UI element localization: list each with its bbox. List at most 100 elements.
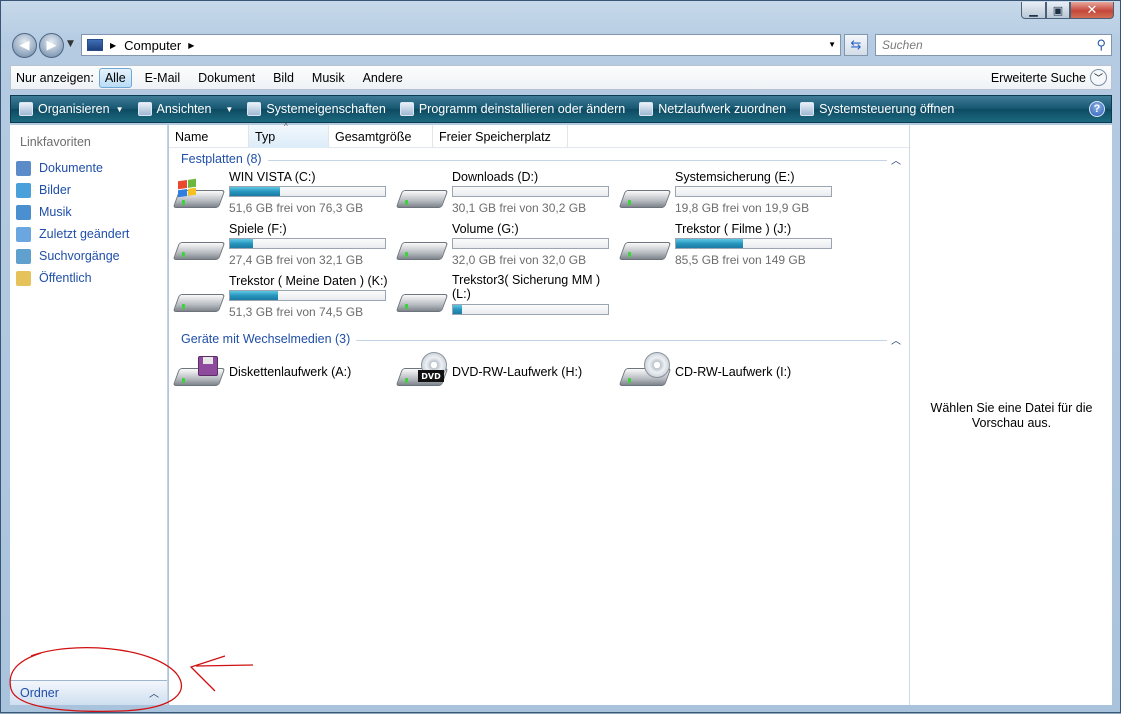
explorer-window: ▁ ▣ ✕ ◀ ▶ ▼ ▶ Computer ▶ ▼ ⇆ Suchen ⚲ Nu… [0, 0, 1121, 713]
hard-drive-icon [395, 282, 449, 316]
folders-toggle[interactable]: Ordner ︿ [10, 680, 167, 705]
sidebar-item[interactable]: Musik [10, 201, 167, 223]
drive-item[interactable]: WIN VISTA (C:) 51,6 GB frei von 76,3 GB [169, 170, 386, 220]
drive-light [405, 252, 408, 257]
open-control-panel-label: Systemsteuerung öffnen [819, 102, 955, 116]
filter-document[interactable]: Dokument [193, 69, 260, 87]
search-icon[interactable]: ⚲ [1096, 37, 1106, 53]
drive-free-space: 85,5 GB frei von 149 GB [675, 253, 806, 267]
drive-item[interactable]: Systemsicherung (E:) 19,8 GB frei von 19,… [615, 170, 832, 220]
sidebar-item[interactable]: Öffentlich [10, 267, 167, 289]
breadcrumb-chevron-icon[interactable]: ▶ [188, 41, 194, 50]
uninstall-program-button[interactable]: Programm deinstallieren oder ändern [399, 102, 625, 116]
map-network-drive-button[interactable]: Netzlaufwerk zuordnen [639, 102, 786, 116]
hard-drive-icon [618, 178, 672, 212]
help-icon: ? [1093, 103, 1101, 115]
drive-body [618, 190, 672, 208]
system-properties-icon [247, 102, 262, 116]
drive-name: Spiele (F:) [229, 222, 287, 236]
drive-item[interactable]: Spiele (F:) 27,4 GB frei von 32,1 GB [169, 222, 386, 272]
views-button[interactable]: Ansichten ▼ [137, 102, 233, 116]
drive-body [395, 294, 449, 312]
drive-light [405, 378, 408, 383]
column-type[interactable]: Typ ^ [249, 122, 329, 148]
sidebar-item[interactable]: Bilder [10, 179, 167, 201]
filter-bar: Nur anzeigen: Alle E-Mail Dokument Bild … [10, 65, 1112, 90]
filter-other[interactable]: Andere [358, 69, 408, 87]
removable-drive-item[interactable]: DVD DVD-RW-Laufwerk (H:) [392, 348, 607, 398]
sidebar-item-label: Suchvorgänge [39, 249, 120, 263]
filter-music[interactable]: Musik [307, 69, 350, 87]
favorite-links-heading: Linkfavoriten [20, 135, 91, 149]
address-bar[interactable]: ▶ Computer ▶ ▼ [81, 34, 841, 56]
command-bar: Organisieren ▼ Ansichten ▼ Systemeigensc… [10, 95, 1112, 123]
removable-media-heading[interactable]: Geräte mit Wechselmedien (3) [181, 332, 357, 346]
forward-button[interactable]: ▶ [39, 33, 64, 58]
sidebar-item-label: Musik [39, 205, 72, 219]
drive-usage-bar [229, 290, 386, 301]
open-control-panel-button[interactable]: Systemsteuerung öffnen [800, 102, 954, 116]
drive-usage-fill [230, 187, 280, 196]
sidebar-item[interactable]: Dokumente [10, 157, 167, 179]
column-total-size[interactable]: Gesamtgröße [329, 125, 433, 148]
filter-email[interactable]: E-Mail [140, 69, 185, 87]
dropdown-arrow-icon: ▼ [115, 104, 124, 114]
organize-button[interactable]: Organisieren ▼ [19, 102, 124, 116]
drive-item[interactable]: Trekstor ( Filme ) (J:) 85,5 GB frei von … [615, 222, 832, 272]
music-icon [16, 204, 31, 220]
file-list: Name Typ ^ Gesamtgröße Freier Speicherpl… [169, 122, 909, 705]
recent-pages-dropdown[interactable]: ▼ [67, 39, 74, 49]
drive-light [628, 252, 631, 257]
sidebar-item[interactable]: Zuletzt geändert [10, 223, 167, 245]
drive-name: Volume (G:) [452, 222, 519, 236]
drive-body [172, 294, 226, 312]
drive-item[interactable]: Volume (G:) 32,0 GB frei von 32,0 GB [392, 222, 609, 272]
drive-light [182, 378, 185, 383]
system-properties-button[interactable]: Systemeigenschaften [247, 102, 386, 116]
recent-icon [16, 226, 31, 242]
advanced-search-label: Erweiterte Suche [990, 70, 1086, 85]
help-button[interactable]: ? [1089, 101, 1105, 117]
column-free-space[interactable]: Freier Speicherplatz [433, 125, 568, 148]
drive-light [405, 200, 408, 205]
address-dropdown-icon[interactable]: ▼ [828, 40, 836, 49]
refresh-button[interactable]: ⇆ [844, 34, 868, 56]
sidebar-item-label: Zuletzt geändert [39, 227, 130, 241]
hard-disks-heading[interactable]: Festplatten (8) [181, 152, 268, 166]
dvd-drive-icon: DVD [395, 352, 449, 390]
advanced-search-button[interactable]: Erweiterte Suche ﹀ [991, 69, 1107, 86]
sidebar-item[interactable]: Suchvorgänge [10, 245, 167, 267]
hard-drive-icon [172, 230, 226, 264]
hard-drive-icon [395, 178, 449, 212]
group-divider [181, 160, 895, 161]
organize-label: Organisieren [38, 102, 110, 116]
breadcrumb-computer[interactable]: Computer [124, 38, 181, 53]
sidebar-item-label: Dokumente [39, 161, 103, 175]
breadcrumb-chevron-icon[interactable]: ▶ [110, 41, 116, 50]
filter-image[interactable]: Bild [268, 69, 299, 87]
minimize-button[interactable]: ▁ [1021, 2, 1046, 19]
drive-item[interactable]: Trekstor ( Meine Daten ) (K:) 51,3 GB fre… [169, 274, 388, 324]
drive-light [628, 200, 631, 205]
maximize-button[interactable]: ▣ [1046, 2, 1070, 19]
organize-icon [19, 102, 33, 116]
filter-all[interactable]: Alle [98, 67, 132, 88]
drive-name: CD-RW-Laufwerk (I:) [675, 365, 792, 379]
column-name[interactable]: Name [169, 125, 249, 148]
drive-body [395, 242, 449, 260]
collapse-group-icon[interactable]: ︿ [887, 152, 901, 167]
drive-item[interactable]: Downloads (D:) 30,1 GB frei von 30,2 GB [392, 170, 609, 220]
optical-disc-icon [644, 352, 670, 378]
close-button[interactable]: ✕ [1070, 2, 1114, 19]
drive-body [172, 242, 226, 260]
removable-drive-item[interactable]: Diskettenlaufwerk (A:) [169, 348, 384, 398]
back-button[interactable]: ◀ [12, 33, 37, 58]
removable-drive-item[interactable]: CD-RW-Laufwerk (I:) [615, 348, 830, 398]
collapse-group-icon[interactable]: ︿ [887, 332, 901, 347]
drive-name: Downloads (D:) [452, 170, 539, 184]
search-input[interactable]: Suchen ⚲ [875, 34, 1112, 56]
drive-item[interactable]: Trekstor3( Sicherung MM ) (L:) [392, 273, 609, 324]
drive-usage-fill [453, 305, 463, 314]
drive-light [182, 252, 185, 257]
drive-usage-bar [229, 186, 386, 197]
